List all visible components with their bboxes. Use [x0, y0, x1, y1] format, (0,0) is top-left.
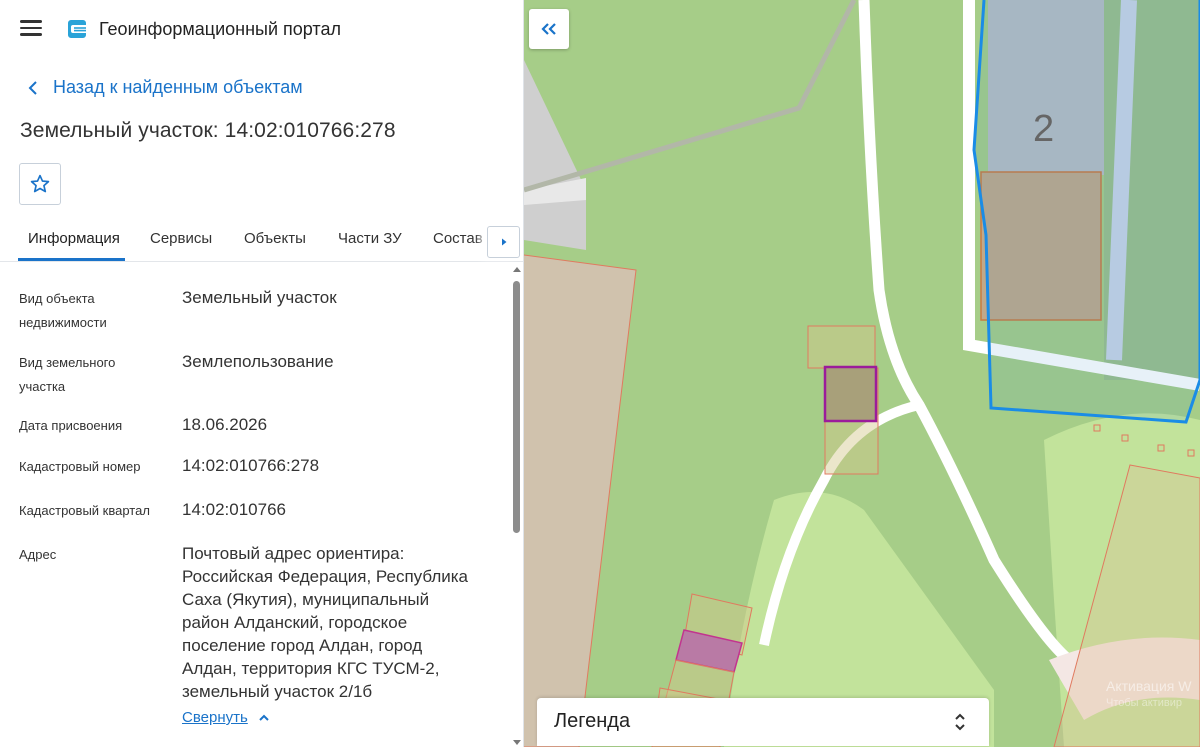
property-label: Кадастровый номер	[19, 459, 141, 474]
cadastral-parcel	[807, 325, 876, 369]
active-tab-indicator	[18, 258, 125, 261]
property-value: 18.06.2026	[182, 415, 268, 434]
hamburger-icon[interactable]	[20, 20, 42, 38]
chevron-left-icon	[28, 80, 37, 95]
tab-information[interactable]: Информация	[28, 230, 120, 247]
collapse-label: Свернуть	[182, 709, 248, 726]
app: Геоинформационный портал Назад к найденн…	[0, 0, 1200, 747]
object-title: Земельный участок: 14:02:010766:278	[20, 119, 396, 142]
back-to-results-link[interactable]: Назад к найденным объектам	[24, 77, 303, 98]
property-label: Дата присвоения	[19, 418, 123, 433]
unfold-icon	[955, 713, 965, 731]
chevron-up-icon	[259, 714, 269, 721]
property-value: Земельный участок	[182, 288, 337, 307]
tab-bar: Информация Сервисы Объекты Части ЗУ Сост…	[0, 218, 523, 262]
property-label: Кадастровый квартал	[19, 503, 150, 518]
back-link-label: Назад к найденным объектам	[53, 77, 303, 97]
tab-parcel-parts[interactable]: Части ЗУ	[338, 230, 402, 247]
caret-right-icon	[501, 238, 506, 246]
favorite-button[interactable]	[19, 163, 61, 205]
tab-objects[interactable]: Объекты	[244, 230, 306, 247]
map-canvas	[524, 0, 1200, 747]
scroll-down-arrow-icon[interactable]	[513, 740, 521, 745]
scrollbar-thumb[interactable]	[513, 281, 520, 533]
legend-toggle[interactable]: Легенда	[537, 698, 989, 746]
building-number-label: 2	[1033, 108, 1055, 150]
double-chevron-left-icon	[541, 23, 556, 35]
property-label: Вид объекта недвижимости	[19, 291, 107, 330]
selected-parcel[interactable]	[823, 365, 878, 423]
os-activation-watermark-subtext: Чтобы активир	[1106, 697, 1182, 709]
app-title: Геоинформационный портал	[99, 19, 341, 39]
star-icon	[30, 174, 50, 193]
address-value: Почтовый адрес ориентира: Российская Фед…	[182, 544, 469, 701]
scroll-up-arrow-icon[interactable]	[513, 267, 521, 272]
info-panel: Геоинформационный портал Назад к найденн…	[0, 0, 524, 747]
collapse-link[interactable]: Свернуть	[182, 709, 270, 726]
collapse-panel-button[interactable]	[529, 9, 569, 49]
property-value: Землепользование	[182, 352, 334, 371]
property-label: Вид земельного участка	[19, 355, 116, 394]
app-header: Геоинформационный портал	[0, 0, 523, 60]
tab-composition[interactable]: Состав	[433, 230, 483, 247]
map-view[interactable]: 2 Активация W Чтобы активир Легенда	[524, 0, 1200, 747]
tabs-scroll-right-button[interactable]	[487, 226, 520, 258]
legend-label: Легенда	[554, 710, 631, 732]
os-activation-watermark: Активация W	[1106, 678, 1192, 694]
property-value: 14:02:010766	[182, 500, 286, 519]
portal-logo-icon	[68, 20, 86, 38]
property-label: Адрес	[19, 547, 57, 562]
tab-services[interactable]: Сервисы	[150, 230, 212, 247]
properties-scrollbar[interactable]	[510, 265, 523, 747]
selected-boundary	[972, 0, 1200, 424]
properties-list: Вид объекта недвижимости Земельный участо…	[0, 268, 510, 747]
property-value: 14:02:010766:278	[182, 456, 320, 475]
